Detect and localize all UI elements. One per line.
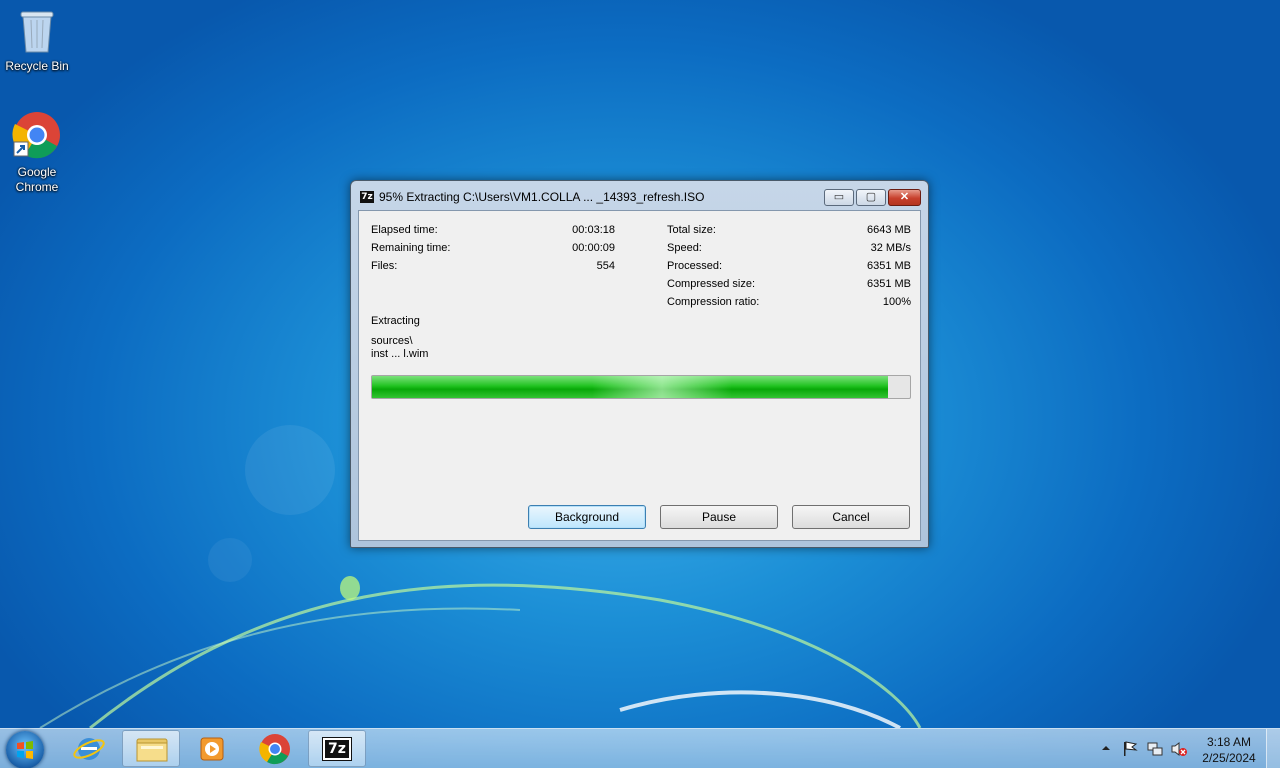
recycle-bin-icon	[0, 6, 74, 57]
chrome-icon	[259, 734, 290, 765]
clock[interactable]: 3:18 AM 2/25/2024	[1198, 734, 1260, 766]
processed-label: Processed:	[667, 260, 723, 272]
taskbar-chrome[interactable]	[246, 730, 304, 767]
elapsed-time-value: 00:03:18	[572, 224, 615, 236]
close-button[interactable]: ✕	[888, 189, 921, 206]
action-center-flag-icon[interactable]	[1122, 740, 1138, 758]
7zip-icon: 7z	[322, 737, 352, 761]
extract-progress-window: 7z 95% Extracting C:\Users\VM1.COLLA ...…	[350, 180, 929, 548]
minimize-icon: ▭	[833, 191, 845, 203]
window-client-area: Elapsed time: 00:03:18 Remaining time: 0…	[358, 210, 921, 541]
compressed-size-value: 6351 MB	[866, 278, 911, 290]
taskbar: 7z 3:18 AM 2/25/2024	[0, 728, 1280, 768]
show-desktop-button[interactable]	[1266, 729, 1280, 768]
internet-explorer-icon	[73, 738, 105, 760]
maximize-button[interactable]: ▢	[856, 189, 886, 206]
background-button[interactable]: Background	[528, 505, 646, 529]
remaining-time-value: 00:00:09	[572, 242, 615, 254]
pause-button[interactable]: Pause	[660, 505, 778, 529]
chrome-label: Google Chrome	[15, 165, 59, 194]
recycle-bin-label: Recycle Bin	[5, 59, 69, 73]
taskbar-file-explorer[interactable]	[122, 730, 180, 767]
status-label: Extracting	[371, 315, 420, 327]
taskbar-internet-explorer[interactable]	[60, 730, 118, 767]
compression-ratio-label: Compression ratio:	[667, 296, 760, 308]
title-bar[interactable]: 7z 95% Extracting C:\Users\VM1.COLLA ...…	[351, 181, 928, 211]
recycle-bin-desktop-icon[interactable]: Recycle Bin	[0, 6, 74, 73]
close-icon: ✕	[899, 191, 910, 203]
window-title: 95% Extracting C:\Users\VM1.COLLA ... _1…	[379, 190, 705, 204]
speed-label: Speed:	[667, 242, 702, 254]
elapsed-time-label: Elapsed time:	[371, 224, 438, 236]
compression-ratio-value: 100%	[882, 296, 911, 308]
start-button[interactable]	[6, 731, 44, 768]
network-icon[interactable]	[1146, 740, 1164, 758]
speed-value: 32 MB/s	[870, 242, 911, 254]
total-size-value: 6643 MB	[866, 224, 911, 236]
show-hidden-icons-icon[interactable]	[1100, 741, 1112, 755]
file-explorer-icon	[136, 738, 168, 762]
progress-bar	[371, 375, 911, 399]
taskbar-7zip[interactable]: 7z	[308, 730, 366, 767]
clock-date: 2/25/2024	[1202, 751, 1256, 765]
processed-value: 6351 MB	[866, 260, 911, 272]
minimize-button[interactable]: ▭	[824, 189, 854, 206]
progress-bar-shine	[592, 376, 732, 398]
chrome-icon	[0, 110, 74, 163]
google-chrome-desktop-icon[interactable]: Google Chrome	[0, 110, 74, 195]
maximize-icon: ▢	[865, 191, 877, 203]
windows-logo-icon	[17, 741, 33, 759]
current-file: inst ... l.wim	[371, 348, 429, 360]
cancel-button[interactable]: Cancel	[792, 505, 910, 529]
compressed-size-label: Compressed size:	[667, 278, 756, 290]
media-player-icon	[200, 737, 224, 761]
clock-time: 3:18 AM	[1206, 735, 1252, 749]
remaining-time-label: Remaining time:	[371, 242, 451, 254]
files-value: 554	[596, 260, 615, 272]
total-size-label: Total size:	[667, 224, 716, 236]
7zip-icon: 7z	[360, 191, 374, 203]
files-label: Files:	[371, 260, 398, 272]
current-folder: sources\	[371, 335, 413, 347]
taskbar-media-player[interactable]	[184, 730, 242, 767]
volume-muted-icon[interactable]	[1170, 740, 1188, 758]
